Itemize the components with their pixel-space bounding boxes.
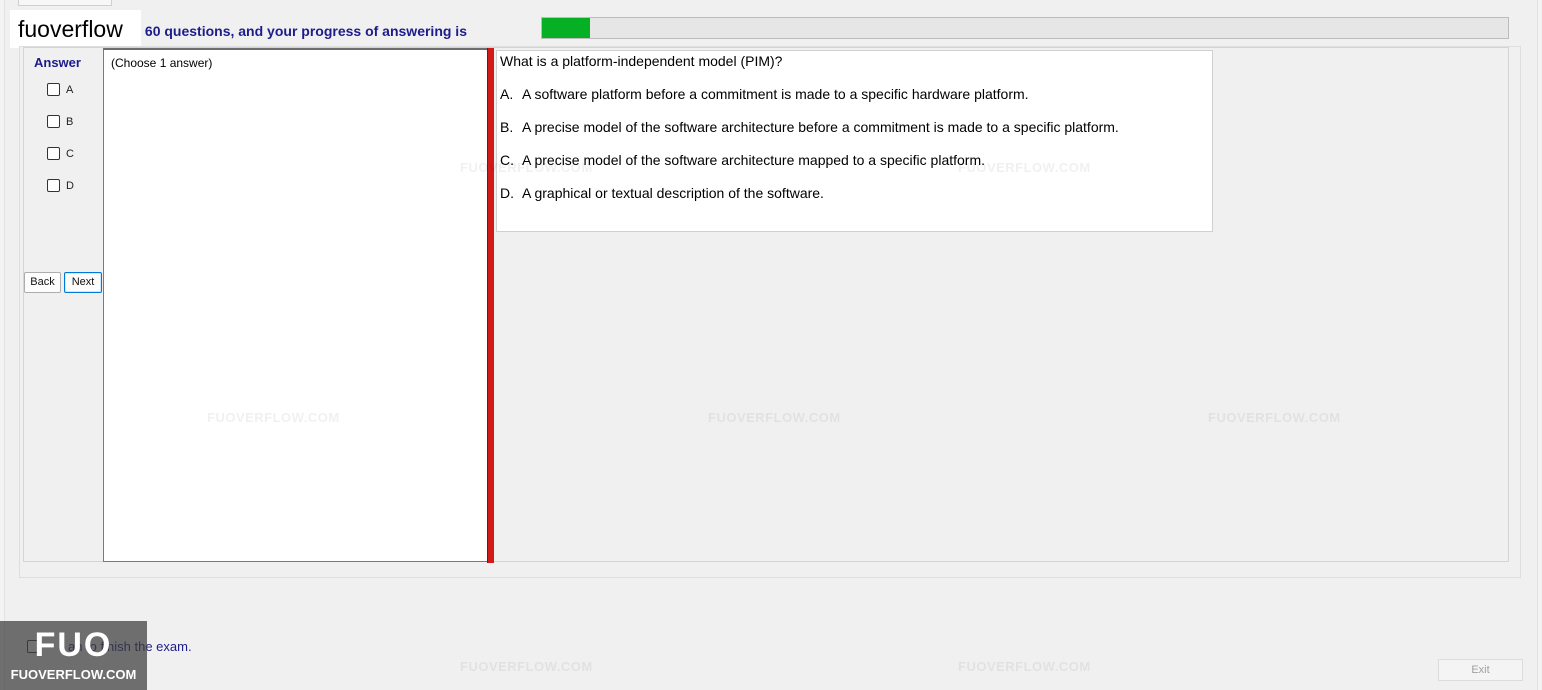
exit-button[interactable]: Exit bbox=[1438, 659, 1523, 681]
choice-d-text: A graphical or textual description of th… bbox=[522, 185, 824, 201]
watermark-text: FUOVERFLOW.COM bbox=[207, 410, 340, 425]
watermark-text: FUOVERFLOW.COM bbox=[1208, 410, 1341, 425]
watermark-text: FUOVERFLOW.COM bbox=[460, 160, 593, 175]
back-button[interactable]: Back bbox=[24, 272, 61, 293]
progress-bar bbox=[541, 17, 1509, 39]
checkbox-c[interactable] bbox=[47, 147, 60, 160]
progress-bar-fill bbox=[542, 18, 591, 38]
window-tab bbox=[18, 0, 112, 6]
watermark-text: FUOVERFLOW.COM bbox=[958, 659, 1091, 674]
choice-b-text: A precise model of the software architec… bbox=[522, 119, 1119, 135]
choice-d-letter: D. bbox=[500, 185, 514, 201]
answer-option-b[interactable]: B bbox=[47, 115, 73, 128]
answer-notes-area[interactable]: (Choose 1 answer) bbox=[103, 48, 488, 562]
answer-option-a-label: A bbox=[66, 83, 74, 96]
choice-d: D. A graphical or textual description of … bbox=[500, 185, 824, 201]
choose-hint: (Choose 1 answer) bbox=[111, 56, 213, 70]
fuo-logo-small: FUOVERFLOW.COM bbox=[10, 667, 137, 682]
fuo-logo-overlay: FUO FUOVERFLOW.COM bbox=[0, 621, 147, 690]
answer-option-c[interactable]: C bbox=[47, 147, 74, 160]
watermark-text: FUOVERFLOW.COM bbox=[460, 659, 593, 674]
fuo-logo-big: FUO bbox=[34, 626, 113, 664]
watermark-text: FUOVERFLOW.COM bbox=[708, 410, 841, 425]
checkbox-b[interactable] bbox=[47, 115, 60, 128]
choice-a-letter: A. bbox=[500, 86, 514, 102]
answer-option-d[interactable]: D bbox=[47, 179, 74, 192]
panel-splitter[interactable] bbox=[487, 48, 494, 563]
checkbox-d[interactable] bbox=[47, 179, 60, 192]
choice-a: A. A software platform before a commitmen… bbox=[500, 86, 1029, 102]
checkbox-a[interactable] bbox=[47, 83, 60, 96]
site-logo: fuoverflow bbox=[10, 10, 141, 48]
progress-label: are 60 questions, and your progress of a… bbox=[120, 23, 467, 39]
question-text: What is a platform-independent model (PI… bbox=[500, 53, 783, 69]
choice-b-letter: B. bbox=[500, 119, 514, 135]
watermark-text: FUOVERFLOW.COM bbox=[958, 160, 1091, 175]
choice-a-text: A software platform before a commitment … bbox=[522, 86, 1029, 102]
answer-option-c-label: C bbox=[66, 147, 74, 160]
answer-option-a[interactable]: A bbox=[47, 83, 73, 96]
answer-title: Answer bbox=[34, 55, 81, 70]
choice-b: B. A precise model of the software archit… bbox=[500, 119, 1119, 135]
answer-option-d-label: D bbox=[66, 179, 74, 192]
next-button[interactable]: Next bbox=[64, 272, 102, 293]
answer-option-b-label: B bbox=[66, 115, 74, 128]
question-box: What is a platform-independent model (PI… bbox=[496, 50, 1213, 232]
